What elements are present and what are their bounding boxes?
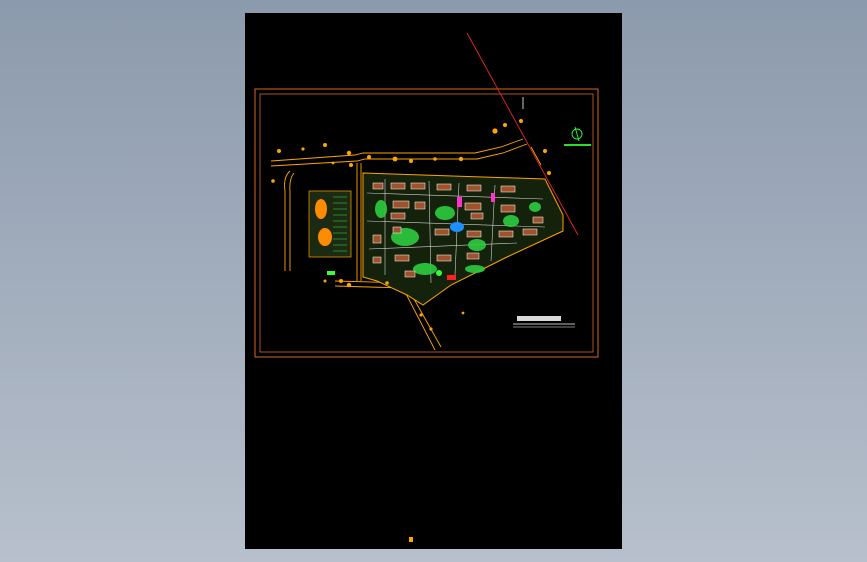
water-feature: [450, 222, 464, 232]
drawing-sheet: [245, 13, 622, 549]
page-marker: [409, 537, 413, 542]
annex-parcel: [308, 190, 352, 275]
accent-block-magenta-2: [491, 193, 495, 202]
accent-dot-green: [436, 270, 442, 276]
site-plan-drawing: [254, 32, 599, 542]
drawing-title-block: [513, 316, 575, 325]
accent-block-magenta: [457, 197, 462, 207]
north-arrow-icon: [564, 126, 591, 146]
accent-block-red: [447, 275, 456, 280]
